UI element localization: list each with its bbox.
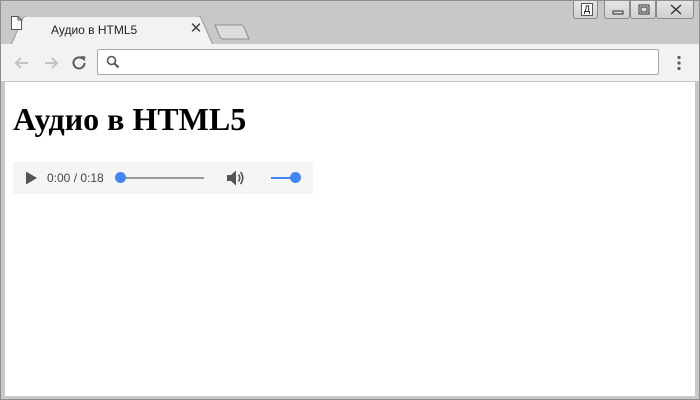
browser-toolbar bbox=[1, 44, 699, 82]
page-title: Аудио в HTML5 bbox=[13, 101, 247, 137]
play-icon[interactable] bbox=[23, 170, 39, 186]
tab-title: Аудио в HTML5 bbox=[51, 23, 138, 37]
reload-icon[interactable] bbox=[69, 53, 89, 73]
profile-button[interactable]: Д bbox=[573, 1, 598, 19]
address-bar[interactable] bbox=[97, 49, 659, 75]
profile-badge: Д bbox=[581, 3, 593, 16]
maximize-icon bbox=[638, 4, 650, 15]
menu-icon[interactable] bbox=[669, 53, 689, 73]
forward-icon[interactable] bbox=[41, 53, 61, 73]
close-window-button[interactable] bbox=[656, 1, 694, 19]
volume-thumb[interactable] bbox=[290, 172, 301, 183]
page-content: Аудио в HTML5 0:00 / 0:18 bbox=[5, 82, 695, 396]
browser-window: Аудио в HTML5 ✕ Д Аудио в HTML5 0:00 / 0… bbox=[0, 0, 700, 400]
minimize-button[interactable] bbox=[604, 1, 630, 19]
maximize-button[interactable] bbox=[630, 1, 656, 19]
audio-player[interactable]: 0:00 / 0:18 bbox=[13, 162, 313, 194]
seek-thumb[interactable] bbox=[115, 172, 126, 183]
minimize-icon bbox=[612, 10, 624, 15]
time-display: 0:00 / 0:18 bbox=[47, 171, 104, 185]
search-icon bbox=[106, 55, 120, 69]
address-input[interactable] bbox=[126, 53, 650, 73]
close-icon bbox=[670, 4, 682, 15]
seek-bar[interactable] bbox=[122, 177, 204, 179]
page-icon bbox=[11, 16, 22, 30]
volume-icon[interactable] bbox=[225, 169, 245, 187]
back-icon[interactable] bbox=[12, 53, 32, 73]
title-bar: Аудио в HTML5 ✕ Д bbox=[1, 1, 699, 45]
new-tab-button[interactable] bbox=[213, 23, 251, 41]
tab-close-icon[interactable]: ✕ bbox=[189, 21, 203, 36]
tab-active[interactable]: Аудио в HTML5 ✕ bbox=[11, 16, 213, 45]
